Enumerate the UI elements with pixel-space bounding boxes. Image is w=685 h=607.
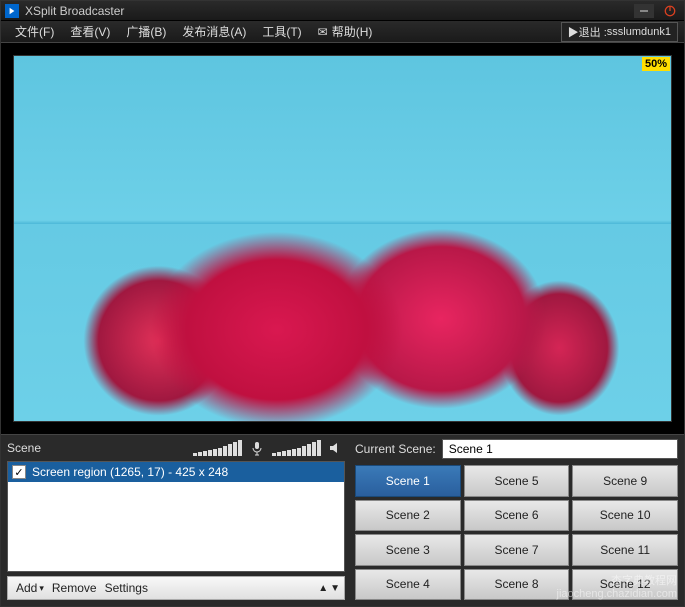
exit-username: ssslumdunk1: [607, 26, 671, 38]
settings-button[interactable]: Settings: [101, 581, 152, 595]
scene-button-7[interactable]: Scene 7: [464, 534, 570, 566]
source-item[interactable]: ✓ Screen region (1265, 17) - 425 x 248: [8, 462, 344, 482]
scene-button-10[interactable]: Scene 10: [572, 500, 678, 532]
titlebar: XSplit Broadcaster: [1, 1, 684, 21]
preview-area: 50%: [1, 43, 684, 434]
exit-prefix: ▶退出 :: [568, 24, 607, 40]
move-up-button[interactable]: ▲: [318, 583, 328, 594]
menu-file[interactable]: 文件(F): [7, 21, 62, 42]
remove-button[interactable]: Remove: [48, 581, 101, 595]
menu-publish[interactable]: 发布消息(A): [174, 21, 254, 42]
menu-help-label: 帮助(H): [332, 23, 373, 40]
menu-help[interactable]: ✉ 帮助(H): [310, 21, 381, 42]
menu-view[interactable]: 查看(V): [62, 21, 118, 42]
scene-button-6[interactable]: Scene 6: [464, 500, 570, 532]
sources-toolbar: Add▾ Remove Settings ▲ ▼: [7, 576, 345, 600]
left-panel: Scene ✓ Screen region (1265, 17) - 425 x: [1, 435, 351, 606]
current-scene-row: Current Scene:: [355, 437, 678, 461]
scene-button-9[interactable]: Scene 9: [572, 465, 678, 497]
scene-button-11[interactable]: Scene 11: [572, 534, 678, 566]
scene-button-2[interactable]: Scene 2: [355, 500, 461, 532]
app-window: XSplit Broadcaster 文件(F) 查看(V) 广播(B) 发布消…: [0, 0, 685, 607]
right-panel: Current Scene: Scene 1 Scene 5 Scene 9 S…: [351, 435, 684, 606]
scene-button-1[interactable]: Scene 1: [355, 465, 461, 497]
zoom-badge: 50%: [642, 57, 670, 71]
scene-button-12[interactable]: Scene 12: [572, 569, 678, 601]
scene-button-8[interactable]: Scene 8: [464, 569, 570, 601]
scene-button-3[interactable]: Scene 3: [355, 534, 461, 566]
add-button[interactable]: Add▾: [12, 581, 48, 595]
envelope-icon: ✉: [318, 25, 328, 39]
scene-button-4[interactable]: Scene 4: [355, 569, 461, 601]
exit-button[interactable]: ▶退出 : ssslumdunk1: [561, 22, 678, 42]
speaker-icon[interactable]: [327, 439, 345, 457]
close-button[interactable]: [660, 4, 680, 18]
window-title: XSplit Broadcaster: [25, 4, 634, 18]
app-icon: [5, 4, 19, 18]
source-label: Screen region (1265, 17) - 425 x 248: [32, 465, 228, 479]
speaker-volume-meter[interactable]: [272, 440, 321, 456]
sources-list[interactable]: ✓ Screen region (1265, 17) - 425 x 248: [7, 461, 345, 572]
audio-row: Scene: [1, 435, 351, 461]
scene-grid: Scene 1 Scene 5 Scene 9 Scene 2 Scene 6 …: [355, 465, 678, 600]
current-scene-label: Current Scene:: [355, 442, 436, 456]
minimize-button[interactable]: [634, 4, 654, 18]
menu-tools[interactable]: 工具(T): [254, 21, 309, 42]
current-scene-input[interactable]: [442, 439, 678, 459]
menu-broadcast[interactable]: 广播(B): [118, 21, 174, 42]
microphone-icon[interactable]: [248, 439, 266, 457]
scene-button-5[interactable]: Scene 5: [464, 465, 570, 497]
preview-canvas[interactable]: [13, 55, 672, 422]
mic-volume-meter[interactable]: [193, 440, 242, 456]
move-down-button[interactable]: ▼: [330, 583, 340, 594]
chevron-down-icon: ▾: [39, 583, 44, 594]
scene-header-label: Scene: [7, 441, 41, 455]
controls-panel: Scene ✓ Screen region (1265, 17) - 425 x: [1, 434, 684, 606]
menubar: 文件(F) 查看(V) 广播(B) 发布消息(A) 工具(T) ✉ 帮助(H) …: [1, 21, 684, 43]
source-checkbox[interactable]: ✓: [12, 465, 26, 479]
